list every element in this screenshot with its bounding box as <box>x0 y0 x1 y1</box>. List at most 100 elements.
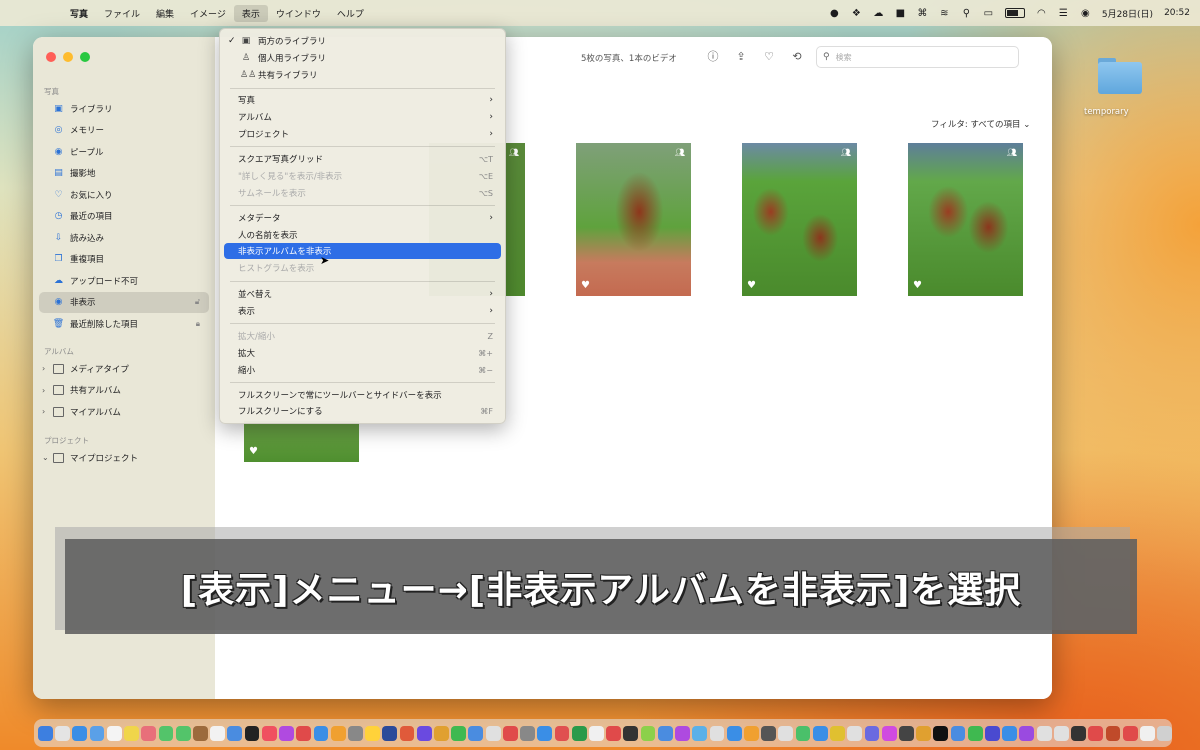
menu-item-albums[interactable]: アルバム › <box>224 109 501 125</box>
launchpad-icon[interactable] <box>55 725 71 741</box>
line-icon[interactable] <box>795 725 811 741</box>
sidebar-item-my-albums[interactable]: › マイアルバム <box>39 401 209 423</box>
menu-item-always-show-toolbar-fullscreen[interactable]: フルスクリーンで常にツールバーとサイドバーを表示 <box>224 387 501 403</box>
search-icon[interactable]: ⚲ <box>961 8 972 19</box>
app-icon[interactable] <box>502 725 518 741</box>
search-field[interactable]: ⚲ 検索 <box>816 46 1019 68</box>
info-icon[interactable]: ⓘ <box>705 48 721 64</box>
chevron-down-icon[interactable]: ⌄ <box>42 453 49 462</box>
waveform-icon[interactable]: ≋ <box>939 8 950 19</box>
app-icon[interactable] <box>864 725 880 741</box>
app-icon[interactable] <box>244 725 260 741</box>
menu-item-square-grid[interactable]: スクエア写真グリッド ⌥T <box>224 151 501 167</box>
app-store-icon[interactable] <box>313 725 329 741</box>
app-icon[interactable] <box>1036 725 1052 741</box>
menu-app[interactable]: 写真 <box>62 5 96 22</box>
app-icon[interactable] <box>1053 725 1069 741</box>
app-icon[interactable] <box>812 725 828 741</box>
menu-item-zoom-in[interactable]: 拡大 ⌘+ <box>224 345 501 361</box>
menu-item-both-libraries[interactable]: ✓ ▣ 両方のライブラリ <box>224 33 501 49</box>
menubar-date[interactable]: 5月28日(日) <box>1102 7 1153 20</box>
finder-icon[interactable] <box>38 725 53 741</box>
trash-icon[interactable] <box>1157 725 1173 741</box>
chevron-right-icon[interactable]: › <box>42 407 45 416</box>
cloud-icon[interactable]: ☁ <box>873 8 884 19</box>
app-icon[interactable] <box>571 725 587 741</box>
battery-icon[interactable] <box>1004 8 1025 18</box>
menu-help[interactable]: ヘルプ <box>329 5 372 22</box>
app-icon[interactable] <box>743 725 759 741</box>
sidebar-item-duplicates[interactable]: ❐ 重複項目 <box>39 249 209 271</box>
sidebar-item-library[interactable]: ▣ ライブラリ <box>39 98 209 120</box>
menu-window[interactable]: ウインドウ <box>268 5 329 22</box>
chevron-right-icon[interactable]: › <box>42 364 45 373</box>
menu-file[interactable]: ファイル <box>96 5 148 22</box>
menu-item-projects[interactable]: プロジェクト › <box>224 126 501 142</box>
close-button[interactable] <box>46 52 56 62</box>
sidebar-item-unable-to-upload[interactable]: ☁ アップロード不可 <box>39 270 209 292</box>
siri-icon[interactable]: ◉ <box>1080 8 1091 19</box>
app-icon[interactable] <box>1019 725 1035 741</box>
chevron-right-icon[interactable]: › <box>42 386 45 395</box>
calendar-icon[interactable] <box>106 725 122 741</box>
menu-item-hide-hidden-album[interactable]: 非表示アルバムを非表示 <box>224 243 501 259</box>
app-icon[interactable] <box>485 725 501 741</box>
app-icon[interactable] <box>916 725 931 741</box>
sidebar-item-shared-albums[interactable]: › 共有アルバム <box>39 380 209 402</box>
menu-item-zoom-out[interactable]: 縮小 ⌘− <box>224 362 501 378</box>
menu-item-show[interactable]: 表示 › <box>224 303 501 319</box>
minimize-button[interactable] <box>63 52 73 62</box>
facetime-icon[interactable] <box>175 725 191 741</box>
app-icon[interactable] <box>296 725 312 741</box>
safari-icon[interactable] <box>72 725 88 741</box>
app-icon[interactable] <box>761 725 777 741</box>
menu-item-metadata[interactable]: メタデータ › <box>224 210 501 226</box>
app-icon[interactable] <box>468 725 484 741</box>
app-icon[interactable] <box>227 725 243 741</box>
menu-view[interactable]: 表示 <box>233 4 268 22</box>
app-icon[interactable] <box>898 725 914 741</box>
photo-thumbnail[interactable]: ♥ 👥︎ <box>576 143 691 296</box>
sidebar-item-imports[interactable]: ⇩ 読み込み <box>39 227 209 249</box>
app-icon[interactable] <box>657 725 673 741</box>
app-icon[interactable] <box>192 725 208 741</box>
app-icon[interactable] <box>1071 725 1086 741</box>
app-icon[interactable] <box>726 725 742 741</box>
app-icon[interactable] <box>950 725 966 741</box>
app-icon[interactable] <box>1088 725 1104 741</box>
sidebar-item-hidden[interactable]: ◉ 非表示 🔓︎ <box>39 291 209 313</box>
music-icon[interactable] <box>261 725 277 741</box>
display-icon[interactable]: ▭ <box>983 8 994 19</box>
mail-icon[interactable] <box>89 725 105 741</box>
app-icon[interactable] <box>778 725 794 741</box>
app-icon[interactable] <box>985 725 1000 741</box>
menu-item-show-person-names[interactable]: 人の名前を表示 <box>224 227 501 243</box>
sidebar-item-media-types[interactable]: › メディアタイプ <box>39 358 209 380</box>
app-icon[interactable] <box>606 725 622 741</box>
photo-thumbnail[interactable]: ♥ 👥︎ <box>908 143 1023 296</box>
app-icon[interactable] <box>692 725 708 741</box>
record-icon[interactable]: ● <box>829 8 840 19</box>
sidebar-item-people[interactable]: ◉ ピープル <box>39 141 209 163</box>
podcasts-icon[interactable] <box>279 725 294 741</box>
acrobat-icon[interactable] <box>1105 725 1121 741</box>
menu-item-sort[interactable]: 並べ替え › <box>224 286 501 302</box>
app-icon[interactable] <box>1002 725 1018 741</box>
app-icon[interactable] <box>881 725 897 741</box>
document-icon[interactable] <box>1140 725 1155 741</box>
menu-edit[interactable]: 編集 <box>148 5 182 22</box>
app-icon[interactable] <box>554 725 570 741</box>
menu-image[interactable]: イメージ <box>182 5 234 22</box>
app-icon[interactable] <box>967 725 983 741</box>
sidebar-item-recently-deleted[interactable]: 🗑︎ 最近削除した項目 🔒︎ <box>39 313 209 335</box>
rotate-icon[interactable]: ⟲ <box>789 48 805 64</box>
app-icon[interactable] <box>347 725 363 741</box>
desktop-folder-label[interactable]: temporary <box>1084 107 1129 117</box>
menu-item-photos[interactable]: 写真 › <box>224 92 501 108</box>
app-icon[interactable] <box>1122 725 1138 741</box>
control-center-icon[interactable]: ☰ <box>1058 8 1069 19</box>
app-icon[interactable] <box>520 725 535 741</box>
app-icon[interactable] <box>675 725 690 741</box>
app-icon[interactable] <box>434 725 449 741</box>
app-icon[interactable] <box>365 725 380 741</box>
